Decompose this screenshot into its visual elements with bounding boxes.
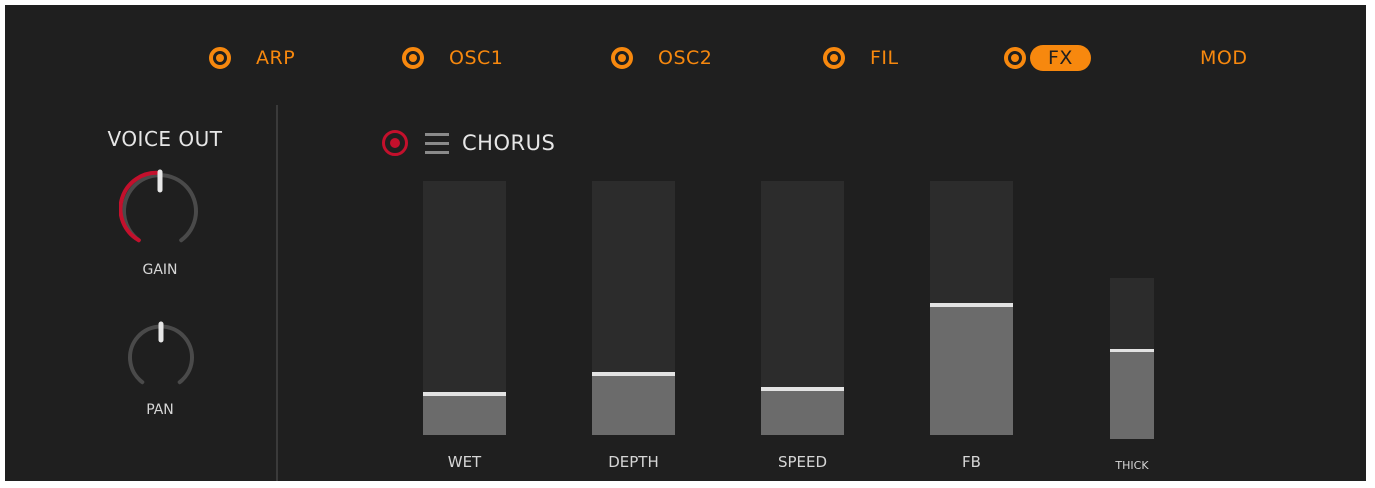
- depth-slider-handle[interactable]: [592, 372, 675, 376]
- osc2-led-toggle[interactable]: [611, 47, 633, 69]
- arp-led-toggle[interactable]: [209, 47, 231, 69]
- fb-slider[interactable]: [930, 181, 1013, 435]
- fb-slider-handle[interactable]: [930, 303, 1013, 307]
- wet-slider-fill: [423, 394, 506, 435]
- section-divider: [276, 105, 278, 481]
- tab-fx-label[interactable]: FX: [1030, 45, 1091, 71]
- tab-osc1-label[interactable]: OSC1: [449, 47, 503, 69]
- fx-led-toggle[interactable]: [1004, 47, 1026, 69]
- tab-fil[interactable]: FIL: [823, 41, 899, 75]
- wet-slider[interactable]: [423, 181, 506, 435]
- wet-label: WET: [447, 453, 482, 471]
- fil-led-toggle[interactable]: [823, 47, 845, 69]
- tab-arp-label[interactable]: ARP: [256, 47, 295, 69]
- speed-label: SPEED: [777, 453, 828, 471]
- thick-slider-handle[interactable]: [1110, 348, 1154, 352]
- menu-icon[interactable]: [425, 133, 449, 155]
- thick-slider-fill: [1110, 350, 1154, 439]
- tab-osc2-label[interactable]: OSC2: [658, 47, 712, 69]
- pan-knob[interactable]: [125, 320, 197, 392]
- thick-label: THICK: [1115, 459, 1149, 472]
- wet-slider-handle[interactable]: [423, 392, 506, 396]
- gain-knob[interactable]: [119, 168, 201, 250]
- tab-osc1[interactable]: OSC1: [402, 41, 503, 75]
- fb-label: FB: [962, 453, 981, 471]
- thick-slider[interactable]: [1110, 278, 1154, 439]
- synth-panel: ARP OSC1 OSC2 FIL FX MOD VOICE OUT GAIN …: [5, 5, 1366, 481]
- fb-slider-fill: [930, 305, 1013, 435]
- tab-mod-label[interactable]: MOD: [1200, 47, 1247, 69]
- depth-label: DEPTH: [608, 453, 659, 471]
- osc1-led-toggle[interactable]: [402, 47, 424, 69]
- tab-fil-label[interactable]: FIL: [870, 47, 899, 69]
- speed-slider-fill: [761, 389, 844, 435]
- voice-out-title: VOICE OUT: [107, 127, 223, 151]
- gain-label: GAIN: [142, 262, 178, 278]
- tab-osc2[interactable]: OSC2: [611, 41, 712, 75]
- tab-arp[interactable]: ARP: [209, 41, 295, 75]
- tab-mod[interactable]: MOD: [1200, 41, 1247, 75]
- speed-slider-handle[interactable]: [761, 387, 844, 391]
- chorus-title: CHORUS: [462, 131, 556, 155]
- pan-label: PAN: [146, 402, 174, 418]
- speed-slider[interactable]: [761, 181, 844, 435]
- depth-slider[interactable]: [592, 181, 675, 435]
- tab-fx[interactable]: FX: [1004, 41, 1091, 75]
- chorus-power-button[interactable]: [382, 130, 408, 156]
- depth-slider-fill: [592, 374, 675, 435]
